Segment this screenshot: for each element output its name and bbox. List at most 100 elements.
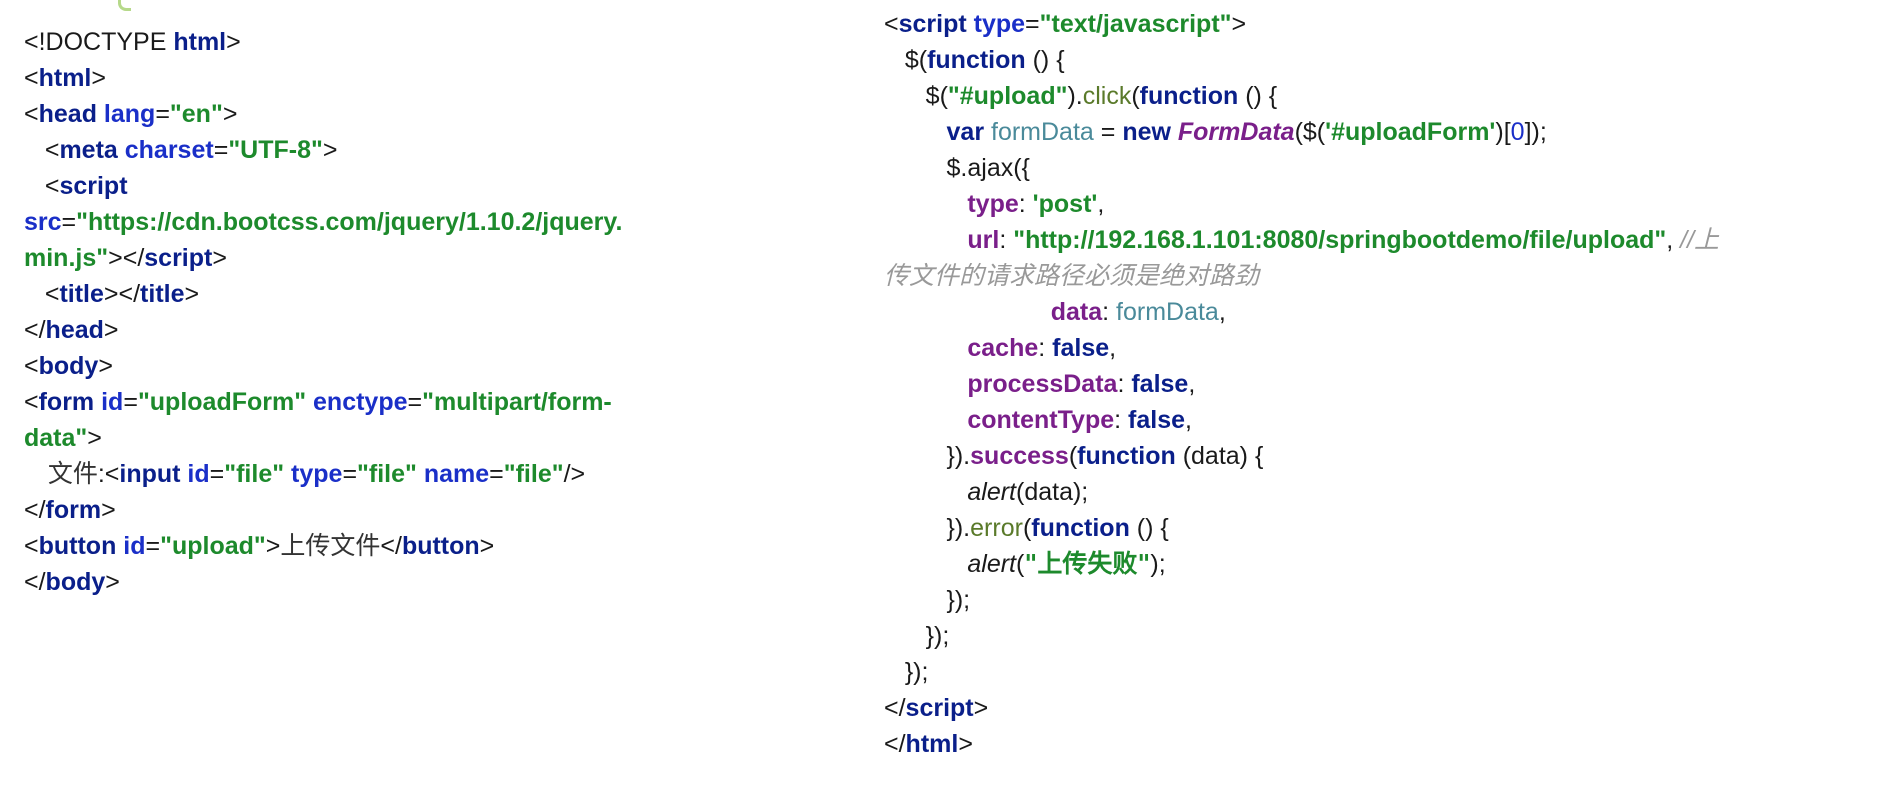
code-token: = — [145, 532, 161, 560]
code-token: : — [1114, 406, 1129, 434]
code-line: </form> — [24, 492, 116, 528]
code-token: > — [87, 424, 102, 452]
code-token: 传文件的请求路径必须是绝对路劲 — [884, 262, 1260, 290]
code-token: "file" — [224, 460, 292, 488]
code-line: }); — [884, 618, 950, 654]
code-token: : — [1102, 298, 1117, 326]
code-line: contentType: false, — [884, 402, 1192, 438]
code-token: > — [101, 496, 116, 524]
code-token: = — [155, 100, 170, 128]
code-token: head — [38, 100, 104, 128]
code-line: </script> — [884, 690, 988, 726]
code-token: success — [970, 442, 1069, 470]
code-line: <script type="text/javascript"> — [884, 6, 1246, 42]
code-token: function — [1077, 442, 1183, 470]
code-token: () { — [1136, 514, 1169, 542]
code-token: ( — [1068, 442, 1078, 470]
code-token: type — [291, 460, 343, 488]
code-token: type — [967, 190, 1019, 218]
code-token: function — [1139, 82, 1246, 110]
code-token: "上传失败" — [1024, 549, 1151, 578]
code-token: ($( — [1294, 118, 1326, 146]
code-token: body — [45, 568, 106, 596]
code-token: > — [98, 352, 113, 380]
code-token: = — [61, 208, 77, 236]
code-token: :< — [97, 460, 120, 488]
code-line: alert(data); — [884, 474, 1088, 510]
code-line: <script — [24, 168, 128, 204]
code-token: = — [407, 388, 423, 416]
code-line: </head> — [24, 312, 119, 348]
code-token: () { — [1032, 46, 1065, 74]
code-token: </ — [122, 244, 145, 272]
code-token: : — [999, 226, 1014, 254]
code-token: $( — [884, 46, 928, 74]
code-line: <html> — [24, 60, 106, 96]
code-token: /> — [563, 460, 586, 488]
code-token: script — [59, 172, 128, 200]
code-token: : — [1038, 334, 1053, 362]
code-token: input — [119, 460, 188, 488]
code-token: </ — [24, 568, 46, 596]
code-line: <form id="uploadForm" enctype="multipart… — [24, 384, 612, 420]
code-token: </ — [884, 694, 906, 722]
code-token: = — [1025, 10, 1040, 38]
code-token: '#uploadForm' — [1325, 118, 1496, 146]
code-token: cache — [967, 334, 1039, 362]
code-token: }); — [884, 658, 929, 686]
code-token: ( — [1131, 82, 1140, 110]
code-token: > — [103, 316, 119, 344]
code-line: src="https://cdn.bootcss.com/jquery/1.10… — [24, 204, 622, 240]
code-token: > — [1231, 10, 1247, 38]
code-token: : — [1117, 370, 1132, 398]
code-token: < — [24, 532, 39, 560]
code-token: = — [209, 460, 225, 488]
code-token: , — [1188, 370, 1196, 398]
code-line: </html> — [884, 726, 973, 762]
code-token: > — [322, 136, 338, 164]
code-line: $(function () { — [884, 42, 1065, 78]
code-line: }).success(function (data) { — [884, 438, 1264, 474]
code-token: error — [970, 514, 1023, 542]
code-token: alert — [967, 550, 1016, 578]
code-token: ></ — [103, 280, 141, 308]
code-token: enctype — [313, 388, 408, 416]
code-token: </ — [24, 316, 46, 344]
code-token: </ — [884, 730, 906, 758]
code-token: ). — [1067, 82, 1083, 110]
code-token: > — [108, 244, 123, 272]
code-token: ); — [1150, 550, 1166, 578]
code-token: "file" — [357, 460, 424, 488]
code-token: min.js" — [24, 244, 109, 272]
code-line: $("#upload").click(function () { — [884, 78, 1277, 114]
code-token: lang — [103, 100, 156, 128]
code-line: </body> — [24, 564, 120, 600]
code-token: }). — [884, 514, 971, 542]
code-token: , — [1097, 190, 1105, 218]
code-token: : — [1018, 190, 1033, 218]
code-token: contentType — [967, 406, 1115, 434]
code-token: function — [927, 46, 1033, 74]
code-token: "https://cdn.bootcss.com/jquery/1.10.2/j… — [76, 208, 623, 236]
code-token: 上传文件 — [280, 531, 381, 560]
code-line: }); — [884, 582, 971, 618]
code-token: (data); — [1016, 478, 1089, 506]
code-token: FormData — [1177, 118, 1295, 146]
code-token: formData — [991, 118, 1094, 146]
code-token: html — [905, 730, 959, 758]
code-token: title — [140, 280, 185, 308]
code-token: = — [1093, 118, 1123, 146]
code-line: <body> — [24, 348, 113, 384]
code-line: alert("上传失败"); — [884, 546, 1166, 582]
code-token: button — [38, 532, 124, 560]
code-line: data: formData, — [884, 294, 1226, 330]
code-line: cache: false, — [884, 330, 1116, 366]
code-token: click — [1082, 82, 1132, 110]
code-token: formData — [1116, 298, 1219, 326]
